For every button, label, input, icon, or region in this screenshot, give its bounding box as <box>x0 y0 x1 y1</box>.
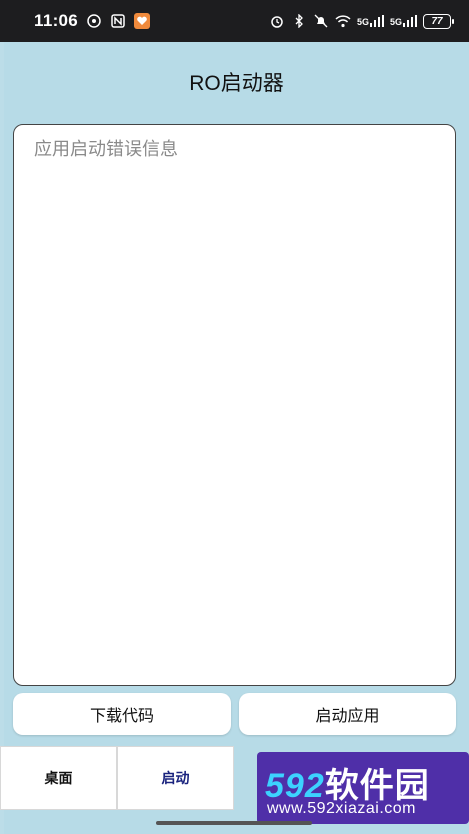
status-time: 11:06 <box>34 11 79 30</box>
home-indicator[interactable] <box>156 821 312 825</box>
signal-bars-icon <box>369 15 384 27</box>
watermark-url: www.592xiazai.com <box>267 800 416 817</box>
signal-label-2: 5G <box>389 17 402 27</box>
signal-bars-icon <box>403 15 417 27</box>
battery-indicator: 77 <box>423 13 454 29</box>
app-screen: RO启动器 应用启动错误信息 下载代码 启动应用 桌面 启动 <box>0 42 469 834</box>
mute-icon <box>313 13 329 29</box>
status-bar: 11:06 5G 5G 77 <box>0 0 469 42</box>
error-info-textarea[interactable]: 应用启动错误信息 <box>13 124 456 686</box>
wifi-icon <box>335 13 351 29</box>
face-unlock-icon <box>86 13 102 29</box>
error-info-placeholder: 应用启动错误信息 <box>34 139 178 159</box>
download-code-button[interactable]: 下载代码 <box>13 693 231 735</box>
status-right: 5G 5G 77 <box>269 13 454 29</box>
page-title: RO启动器 <box>189 72 284 95</box>
status-left: 11:06 <box>34 11 151 31</box>
signal-1: 5G <box>357 15 384 27</box>
signal-label-1: 5G <box>356 17 369 27</box>
nav-item-desktop[interactable]: 桌面 <box>0 746 117 810</box>
app-notification-icon <box>134 13 151 29</box>
nav-item-launch[interactable]: 启动 <box>117 746 234 810</box>
signal-2: 5G <box>390 15 417 27</box>
nfc-icon <box>110 13 126 29</box>
site-watermark: 592软件园 www.592xiazai.com <box>257 752 469 824</box>
launch-app-button[interactable]: 启动应用 <box>239 693 456 735</box>
alarm-icon <box>269 13 285 29</box>
bluetooth-icon <box>291 13 307 29</box>
